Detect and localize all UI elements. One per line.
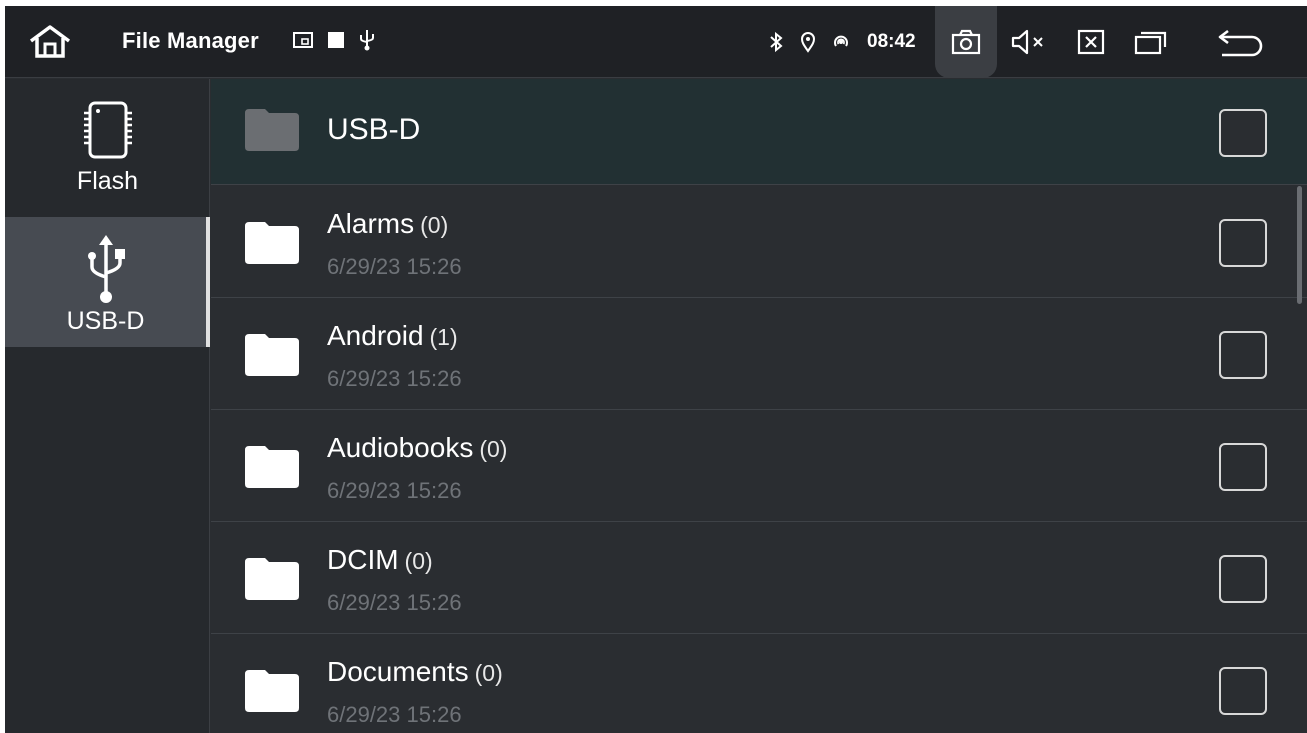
status-bar: File Manager 08:42 (5, 6, 1307, 78)
home-icon (29, 25, 71, 58)
folder-icon (245, 446, 299, 488)
screenshot-button[interactable] (935, 6, 997, 78)
scrollbar[interactable] (1297, 186, 1302, 304)
screen-mirror-icon (293, 32, 313, 48)
item-date: 6/29/23 15:26 (327, 254, 462, 279)
item-date: 6/29/23 15:26 (327, 590, 462, 615)
stop-square-icon (328, 32, 344, 48)
app-frame: File Manager 08:42 Flash USB-D USB-D Ala… (5, 6, 1307, 733)
item-date: 6/29/23 15:26 (327, 702, 462, 727)
list-item[interactable]: Documents (0) 6/29/23 15:26 (211, 634, 1307, 733)
status-right-icons: 08:42 (765, 6, 926, 78)
storage-sidebar: Flash USB-D (5, 79, 210, 733)
item-name: DCIM (0) (327, 544, 433, 575)
mute-button[interactable] (1007, 6, 1051, 78)
back-button[interactable] (1213, 6, 1269, 78)
item-count: (0) (420, 212, 449, 238)
folder-icon (245, 558, 299, 600)
folder-icon (245, 334, 299, 376)
sidebar-item-label: Flash (76, 167, 139, 195)
item-name: Android (1) (327, 320, 458, 351)
close-window-icon (1077, 29, 1105, 55)
item-count: (1) (429, 324, 458, 350)
current-folder-header[interactable]: USB-D (211, 79, 1307, 185)
item-name: Alarms (0) (327, 208, 449, 239)
list-item[interactable]: Alarms (0) 6/29/23 15:26 (211, 186, 1307, 298)
app-title: File Manager (122, 28, 259, 53)
bluetooth-icon (770, 31, 783, 53)
sidebar-item-label: USB-D (66, 307, 145, 335)
item-count: (0) (474, 660, 503, 686)
sidebar-item-flash[interactable]: Flash (5, 79, 210, 209)
list-item[interactable]: Android (1) 6/29/23 15:26 (211, 298, 1307, 410)
item-count: (0) (404, 548, 433, 574)
close-window-button[interactable] (1069, 6, 1113, 78)
item-checkbox[interactable] (1219, 555, 1267, 603)
sd-card-icon (83, 101, 132, 159)
recent-apps-button[interactable] (1129, 6, 1173, 78)
item-name: Documents (0) (327, 656, 503, 687)
item-date: 6/29/23 15:26 (327, 366, 462, 391)
status-left-icons (292, 28, 376, 52)
item-checkbox[interactable] (1219, 331, 1267, 379)
folder-icon (245, 670, 299, 712)
current-folder-name: USB-D (327, 113, 421, 146)
recent-apps-icon (1134, 31, 1167, 55)
folder-icon (245, 109, 299, 151)
location-icon (800, 32, 816, 53)
usb-icon (87, 235, 125, 303)
item-checkbox[interactable] (1219, 219, 1267, 267)
folder-icon (245, 222, 299, 264)
back-icon (1218, 29, 1263, 57)
screenshot-icon (951, 29, 981, 55)
usb-icon (360, 30, 374, 51)
clock: 08:42 (867, 31, 916, 52)
item-checkbox[interactable] (1219, 443, 1267, 491)
sidebar-item-usb-d[interactable]: USB-D (5, 217, 210, 347)
list-item[interactable]: Audiobooks (0) 6/29/23 15:26 (211, 410, 1307, 522)
mute-icon (1011, 29, 1043, 55)
select-all-checkbox[interactable] (1219, 109, 1267, 157)
item-count: (0) (479, 436, 508, 462)
list-item[interactable]: DCIM (0) 6/29/23 15:26 (211, 522, 1307, 634)
item-checkbox[interactable] (1219, 667, 1267, 715)
item-date: 6/29/23 15:26 (327, 478, 462, 503)
hotspot-icon (834, 35, 848, 47)
file-list: USB-D Alarms (0) 6/29/23 15:26 Android (1)… (211, 79, 1307, 733)
home-button[interactable] (25, 22, 75, 62)
item-name: Audiobooks (0) (327, 432, 508, 463)
